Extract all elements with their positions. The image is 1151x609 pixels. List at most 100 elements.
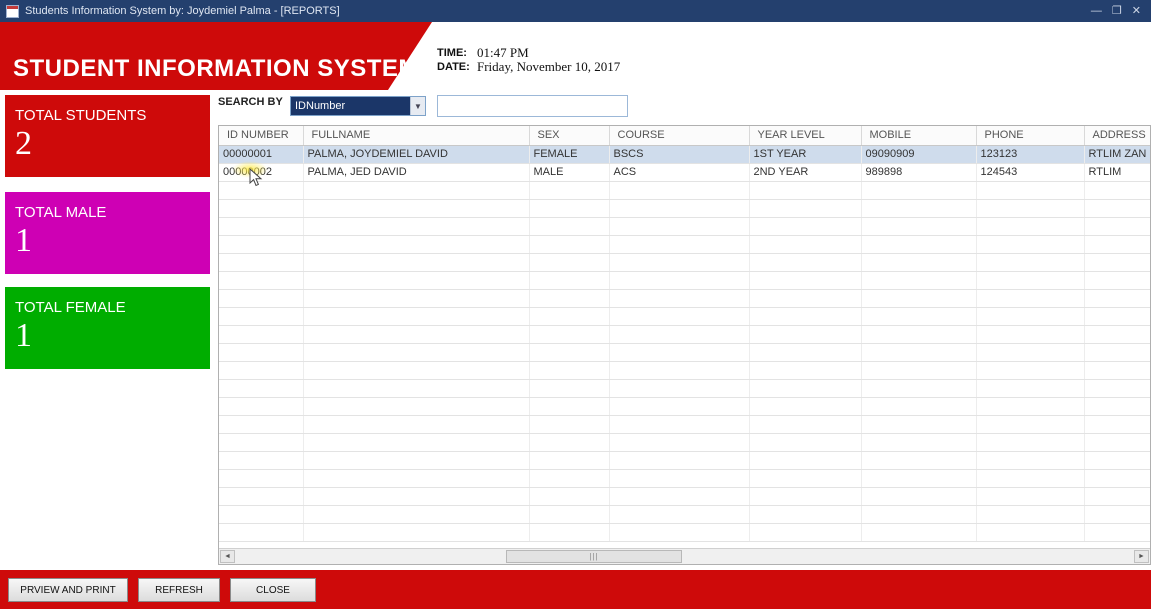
grid-cell[interactable]: 00000001 xyxy=(219,145,304,164)
grid-cell[interactable] xyxy=(303,487,530,506)
grid-cell[interactable]: 2ND YEAR xyxy=(749,163,862,182)
grid-cell[interactable] xyxy=(1084,505,1150,524)
grid-column-header[interactable]: PHONE xyxy=(976,126,1085,146)
grid-cell[interactable] xyxy=(1084,253,1150,272)
grid-cell[interactable] xyxy=(976,307,1085,326)
grid-cell[interactable] xyxy=(976,343,1085,362)
grid-cell[interactable] xyxy=(609,289,750,308)
grid-cell[interactable] xyxy=(529,361,610,380)
grid-cell[interactable] xyxy=(609,235,750,254)
minimize-icon[interactable]: — xyxy=(1091,0,1102,22)
grid-cell[interactable] xyxy=(219,217,304,236)
grid-cell[interactable] xyxy=(861,415,977,434)
grid-cell[interactable] xyxy=(976,469,1085,488)
grid-cell[interactable] xyxy=(1084,307,1150,326)
grid-cell[interactable]: MALE xyxy=(529,163,610,182)
grid-column-header[interactable]: MOBILE xyxy=(861,126,977,146)
grid-row-empty[interactable] xyxy=(219,181,1150,200)
grid-cell[interactable] xyxy=(1084,451,1150,470)
grid-cell[interactable] xyxy=(219,487,304,506)
grid-row-empty[interactable] xyxy=(219,307,1150,326)
grid-cell[interactable] xyxy=(976,361,1085,380)
grid-row-empty[interactable] xyxy=(219,505,1150,524)
grid-row[interactable]: 00000001 PALMA, JOYDEMIEL DAVID FEMALE BSCS… xyxy=(219,145,1150,164)
grid-row-empty[interactable] xyxy=(219,361,1150,380)
grid-cell[interactable] xyxy=(219,505,304,524)
grid-cell[interactable] xyxy=(219,235,304,254)
grid-cell[interactable] xyxy=(1084,487,1150,506)
grid-cell[interactable] xyxy=(529,271,610,290)
grid-cell[interactable] xyxy=(529,505,610,524)
grid-cell[interactable] xyxy=(1084,325,1150,344)
grid-cell[interactable] xyxy=(749,217,862,236)
grid-cell[interactable] xyxy=(861,433,977,452)
grid-cell[interactable] xyxy=(219,307,304,326)
scroll-left-icon[interactable]: ◄ xyxy=(220,550,235,563)
grid-row-empty[interactable] xyxy=(219,199,1150,218)
grid-cell[interactable] xyxy=(1084,181,1150,200)
grid-column-header[interactable]: ADDRESS xyxy=(1084,126,1150,146)
grid-cell[interactable] xyxy=(303,433,530,452)
grid-cell[interactable] xyxy=(609,487,750,506)
grid-cell[interactable] xyxy=(1084,379,1150,398)
grid-cell[interactable] xyxy=(976,289,1085,308)
grid-cell[interactable] xyxy=(609,379,750,398)
grid-cell[interactable] xyxy=(749,289,862,308)
grid-cell[interactable] xyxy=(861,307,977,326)
grid-cell[interactable] xyxy=(529,307,610,326)
grid-row-empty[interactable] xyxy=(219,379,1150,398)
grid-row-empty[interactable] xyxy=(219,469,1150,488)
grid-cell[interactable] xyxy=(609,505,750,524)
grid-cell[interactable] xyxy=(609,253,750,272)
grid-row-empty[interactable] xyxy=(219,325,1150,344)
grid-cell[interactable] xyxy=(1084,523,1150,542)
grid-cell[interactable] xyxy=(609,415,750,434)
grid-cell[interactable] xyxy=(529,199,610,218)
grid-cell[interactable] xyxy=(303,397,530,416)
grid-cell[interactable] xyxy=(1084,271,1150,290)
grid-cell[interactable] xyxy=(609,343,750,362)
grid-cell[interactable] xyxy=(749,325,862,344)
grid-column-header[interactable]: ID NUMBER xyxy=(219,126,304,146)
search-by-dropdown[interactable]: IDNumber ▼ xyxy=(290,96,426,116)
grid-cell[interactable]: 989898 xyxy=(861,163,977,182)
grid-cell[interactable] xyxy=(976,415,1085,434)
grid-cell[interactable] xyxy=(749,469,862,488)
grid-cell[interactable] xyxy=(219,451,304,470)
grid-cell[interactable] xyxy=(1084,199,1150,218)
grid-cell[interactable] xyxy=(976,325,1085,344)
grid-row[interactable]: 00000002 PALMA, JED DAVID MALE ACS 2ND YEAR 9… xyxy=(219,163,1150,182)
grid-column-header[interactable]: FULLNAME xyxy=(303,126,530,146)
grid-row-empty[interactable] xyxy=(219,289,1150,308)
scrollbar-thumb[interactable]: ||| xyxy=(506,550,682,563)
grid-row-empty[interactable] xyxy=(219,271,1150,290)
grid-cell[interactable] xyxy=(1084,415,1150,434)
close-button[interactable]: CLOSE xyxy=(230,578,316,602)
grid-cell[interactable] xyxy=(861,487,977,506)
grid-cell[interactable] xyxy=(529,235,610,254)
grid-cell[interactable] xyxy=(303,415,530,434)
grid-cell[interactable]: 00000002 xyxy=(219,163,304,182)
grid-cell[interactable] xyxy=(749,433,862,452)
grid-row-empty[interactable] xyxy=(219,433,1150,452)
grid-cell[interactable] xyxy=(1084,397,1150,416)
grid-row-empty[interactable] xyxy=(219,415,1150,434)
grid-cell[interactable] xyxy=(749,505,862,524)
grid-cell[interactable] xyxy=(749,397,862,416)
grid-cell[interactable]: BSCS xyxy=(609,145,750,164)
grid-cell[interactable] xyxy=(1084,235,1150,254)
grid-cell[interactable] xyxy=(303,523,530,542)
grid-cell[interactable] xyxy=(749,361,862,380)
grid-cell[interactable] xyxy=(1084,433,1150,452)
grid-cell[interactable]: 124543 xyxy=(976,163,1085,182)
grid-row-empty[interactable] xyxy=(219,235,1150,254)
grid-cell[interactable] xyxy=(749,343,862,362)
grid-cell[interactable] xyxy=(609,397,750,416)
grid-cell[interactable] xyxy=(219,361,304,380)
grid-cell[interactable] xyxy=(529,433,610,452)
grid-cell[interactable] xyxy=(219,253,304,272)
grid-cell[interactable] xyxy=(303,253,530,272)
grid-cell[interactable] xyxy=(529,325,610,344)
grid-cell[interactable]: ACS xyxy=(609,163,750,182)
grid-cell[interactable] xyxy=(609,433,750,452)
